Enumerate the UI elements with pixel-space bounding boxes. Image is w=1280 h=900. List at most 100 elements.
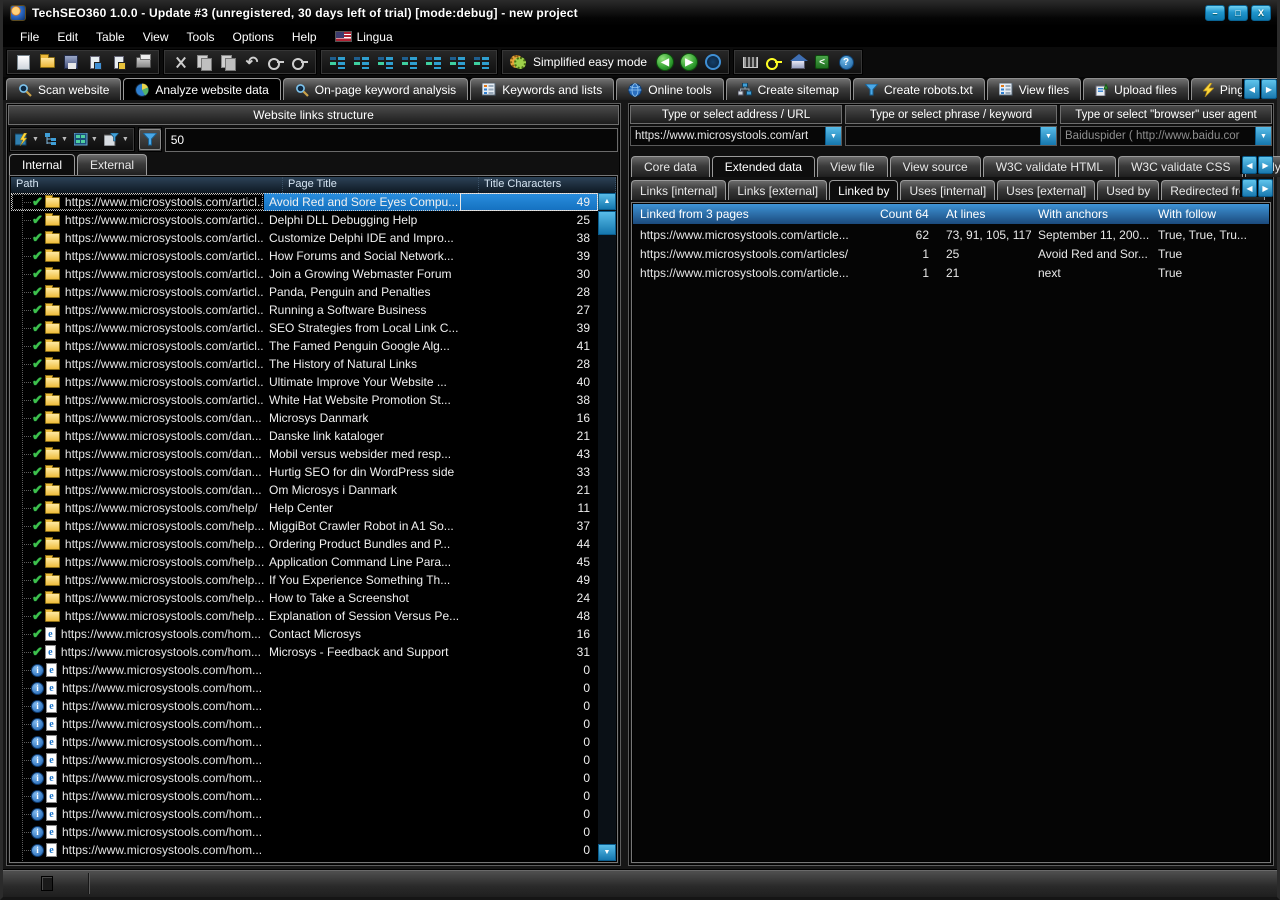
table-row[interactable]: ✔ehttps://www.microsystools.com/hom...Co… <box>11 625 598 643</box>
column-header-with-follow[interactable]: With follow <box>1151 204 1269 224</box>
tab-uses-external[interactable]: Uses [external] <box>997 180 1095 200</box>
find-next-button[interactable] <box>288 51 312 73</box>
tab-view-source[interactable]: View source <box>890 156 981 177</box>
column-header-with-anchors[interactable]: With anchors <box>1031 204 1151 224</box>
new-project-button[interactable] <box>11 51 35 73</box>
table-row[interactable]: ✔https://www.microsystools.com/articl...… <box>11 319 598 337</box>
import-data-button[interactable] <box>83 51 107 73</box>
tab-create-sitemap[interactable]: Create sitemap <box>726 78 851 100</box>
table-row[interactable]: ✔https://www.microsystools.com/articl...… <box>11 391 598 409</box>
table-row[interactable]: ✔https://www.microsystools.com/help/Help… <box>11 499 598 517</box>
maximize-button[interactable]: □ <box>1228 5 1248 21</box>
table-row[interactable]: iehttps://www.microsystools.com/hom...0 <box>11 787 598 805</box>
print-button[interactable] <box>131 51 155 73</box>
table-row[interactable]: iehttps://www.microsystools.com/hom...0 <box>11 823 598 841</box>
minimize-button[interactable]: – <box>1205 5 1225 21</box>
table-row[interactable]: ✔https://www.microsystools.com/articl...… <box>11 283 598 301</box>
table-row[interactable]: iehttps://www.microsystools.com/hom...0 <box>11 751 598 769</box>
easy-mode-label[interactable]: Simplified easy mode <box>530 55 653 69</box>
share-button[interactable]: < <box>810 51 834 73</box>
buy-button[interactable] <box>738 51 762 73</box>
table-row[interactable]: ✔ehttps://www.microsystools.com/hom...Mi… <box>11 643 598 661</box>
table-row[interactable]: ✔https://www.microsystools.com/dan...Mob… <box>11 445 598 463</box>
filter-value-input[interactable] <box>165 128 618 152</box>
save-project-button[interactable] <box>59 51 83 73</box>
paste-button[interactable] <box>216 51 240 73</box>
column-header-count[interactable]: Count 64 <box>873 204 939 224</box>
tab-extended-data[interactable]: Extended data <box>712 156 815 177</box>
tab-view-file[interactable]: View file <box>817 156 887 177</box>
columns-button[interactable] <box>469 51 493 73</box>
table-row[interactable]: iehttps://www.microsystools.com/hom...0 <box>11 733 598 751</box>
node-add-button[interactable] <box>373 51 397 73</box>
table-row[interactable]: ✔https://www.microsystools.com/articl...… <box>11 211 598 229</box>
tab-create-robots-txt[interactable]: Create robots.txt <box>853 78 985 100</box>
menu-item-tools[interactable]: Tools <box>178 28 224 46</box>
node-move-button[interactable] <box>325 51 349 73</box>
cut-button[interactable] <box>168 51 192 73</box>
quick-actions-button[interactable]: ▼ <box>12 129 42 150</box>
tabs-scroll-right-icon[interactable]: ▶ <box>1258 179 1273 197</box>
table-row[interactable]: iehttps://www.microsystools.com/hom...0 <box>11 841 598 859</box>
table-row[interactable]: iehttps://www.microsystools.com/hom...0 <box>11 715 598 733</box>
node-shift-button[interactable] <box>397 51 421 73</box>
user-agent-combo[interactable]: Baiduspider ( http://www.baidu.cor ▼ <box>1060 126 1272 146</box>
tab-uses-internal[interactable]: Uses [internal] <box>900 180 995 200</box>
sync-up-button[interactable] <box>421 51 445 73</box>
column-header-linked-from[interactable]: Linked from 3 pages <box>633 204 873 224</box>
tabs-scroll-right-icon[interactable]: ▶ <box>1261 79 1277 99</box>
filter-toggle-button[interactable] <box>139 129 161 150</box>
tabs-scroll-right-icon[interactable]: ▶ <box>1258 156 1273 174</box>
tree-view-button[interactable]: ▼ <box>42 129 71 150</box>
phrase-combo[interactable]: ▼ <box>845 126 1057 146</box>
user-agent-combo-value[interactable]: Baiduspider ( http://www.baidu.cor <box>1061 130 1255 142</box>
address-combo[interactable]: https://www.microsystools.com/art ▼ <box>630 126 842 146</box>
filter-options-button[interactable]: ▼ <box>101 129 132 150</box>
table-row[interactable]: https://www.microsystools.com/article...… <box>633 263 1269 282</box>
table-row[interactable]: ✔https://www.microsystools.com/help...Mi… <box>11 517 598 535</box>
table-row[interactable]: iehttps://www.microsystools.com/hom...0 <box>11 679 598 697</box>
menu-item-help[interactable]: Help <box>283 28 326 46</box>
tab-links-internal[interactable]: Links [internal] <box>631 180 726 200</box>
table-row[interactable]: ✔https://www.microsystools.com/help...If… <box>11 571 598 589</box>
refresh-button[interactable] <box>701 51 725 73</box>
table-row[interactable]: iehttps://www.microsystools.com/hom...0 <box>11 769 598 787</box>
home-button[interactable] <box>786 51 810 73</box>
tab-w3c-validate-html[interactable]: W3C validate HTML <box>983 156 1116 177</box>
table-row[interactable]: ✔https://www.microsystools.com/dan...Hur… <box>11 463 598 481</box>
chevron-down-icon[interactable]: ▼ <box>1040 127 1056 145</box>
copy-button[interactable] <box>192 51 216 73</box>
menu-item-lingua[interactable]: Lingua <box>326 28 402 46</box>
table-row[interactable]: ✔https://www.microsystools.com/help...Or… <box>11 535 598 553</box>
tab-analyze-website-data[interactable]: Analyze website data <box>123 78 280 100</box>
nav-forward-button[interactable]: ▶ <box>677 51 701 73</box>
table-row[interactable]: ✔https://www.microsystools.com/articl...… <box>11 229 598 247</box>
tab-core-data[interactable]: Core data <box>631 156 710 177</box>
table-row[interactable]: ✔https://www.microsystools.com/dan...Om … <box>11 481 598 499</box>
tab-online-tools[interactable]: Online tools <box>616 78 723 100</box>
undo-button[interactable]: ↶ <box>240 51 264 73</box>
column-header-title-characters[interactable]: Title Characters <box>479 177 616 193</box>
scroll-down-icon[interactable]: ▼ <box>598 844 616 861</box>
tabs-scroll-left-icon[interactable]: ◀ <box>1242 156 1257 174</box>
grid-view-button[interactable]: ▼ <box>71 129 101 150</box>
help-button[interactable]: ? <box>834 51 858 73</box>
menu-item-view[interactable]: View <box>134 28 178 46</box>
table-row[interactable]: iehttps://www.microsystools.com/hom...0 <box>11 805 598 823</box>
table-row[interactable]: https://www.microsystools.com/article...… <box>633 225 1269 244</box>
table-row[interactable]: ✔https://www.microsystools.com/help...Ap… <box>11 553 598 571</box>
tab-scan-website[interactable]: Scan website <box>6 78 121 100</box>
column-header-at-lines[interactable]: At lines <box>939 204 1031 224</box>
table-row[interactable]: ✔https://www.microsystools.com/articl...… <box>11 337 598 355</box>
table-row[interactable]: ✔https://www.microsystools.com/articl...… <box>11 355 598 373</box>
easy-mode-button[interactable] <box>506 51 530 73</box>
table-row[interactable]: ✔https://www.microsystools.com/articl...… <box>11 247 598 265</box>
export-data-button[interactable] <box>107 51 131 73</box>
table-row[interactable]: ✔https://www.microsystools.com/articl...… <box>11 373 598 391</box>
tab-external[interactable]: External <box>77 154 147 175</box>
table-row[interactable]: https://www.microsystools.com/articles/1… <box>633 244 1269 263</box>
node-insert-button[interactable] <box>349 51 373 73</box>
chevron-down-icon[interactable]: ▼ <box>1255 127 1271 145</box>
table-row[interactable]: ✔https://www.microsystools.com/dan...Mic… <box>11 409 598 427</box>
table-row[interactable]: ✔https://www.microsystools.com/help...Ho… <box>11 589 598 607</box>
